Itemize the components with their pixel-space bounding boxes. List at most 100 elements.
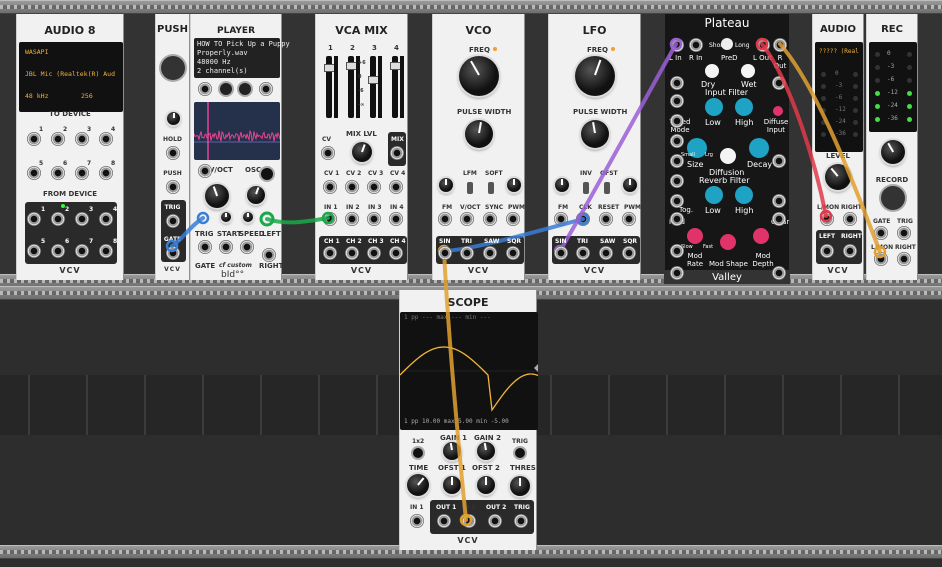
mix-out-jack[interactable] (390, 146, 404, 160)
cv-jack[interactable] (670, 244, 684, 258)
device-label[interactable]: JBL Mic (Realtek(R) Aud (25, 70, 115, 78)
mix-cv-jack[interactable] (321, 146, 335, 160)
cv-jack[interactable] (670, 76, 684, 90)
to-device-jack[interactable] (27, 132, 41, 146)
prev-file-button[interactable] (220, 83, 232, 95)
r-in-jack[interactable] (689, 38, 703, 52)
next-jack[interactable] (259, 82, 273, 96)
level-slider[interactable] (368, 56, 380, 118)
right-jack[interactable] (897, 252, 911, 266)
next-file-button[interactable] (239, 83, 251, 95)
device-label[interactable]: ????? (Real (819, 48, 859, 55)
push-button[interactable] (161, 56, 185, 80)
ofst2-knob[interactable] (477, 476, 495, 494)
level-slider[interactable] (346, 56, 358, 118)
frequency-knob[interactable] (459, 56, 499, 96)
voct-jack[interactable] (460, 212, 474, 226)
sample-rate-label[interactable]: 48 kHz (25, 92, 48, 100)
output-jack[interactable] (576, 246, 590, 260)
in-jack[interactable] (367, 212, 381, 226)
l-in-jack[interactable] (670, 38, 684, 52)
input-high-knob[interactable] (735, 98, 753, 116)
push-jack[interactable] (166, 180, 180, 194)
pwm-knob[interactable] (623, 178, 637, 192)
prev-jack[interactable] (198, 82, 212, 96)
diffuse-input-button[interactable] (773, 106, 783, 116)
reset-jack[interactable] (599, 212, 613, 226)
hold-knob[interactable] (167, 112, 180, 125)
from-device-jack[interactable] (75, 244, 89, 258)
fm-knob[interactable] (439, 178, 453, 192)
cv-jack[interactable] (670, 154, 684, 168)
ofst-switch[interactable] (604, 182, 610, 194)
player-module[interactable]: PLAYER HOW TO Pick Up a Puppy Properly.w… (190, 14, 290, 280)
trig-jack[interactable] (897, 226, 911, 240)
ch-out-jack[interactable] (389, 246, 403, 260)
mod-rate-knob[interactable] (687, 228, 703, 244)
record-button[interactable] (881, 186, 905, 210)
dry-knob[interactable] (705, 64, 719, 78)
fm-knob[interactable] (555, 178, 569, 192)
from-device-jack[interactable] (51, 212, 65, 226)
mod-depth-knob[interactable] (753, 228, 769, 244)
sync-jack[interactable] (483, 212, 497, 226)
to-device-jack[interactable] (51, 132, 65, 146)
in-jack[interactable] (323, 212, 337, 226)
trig-attenuator[interactable] (221, 212, 231, 222)
cv-jack[interactable] (670, 212, 684, 226)
osc-button[interactable] (261, 168, 273, 180)
cv-jack[interactable] (772, 212, 786, 226)
to-device-jack[interactable] (27, 166, 41, 180)
cv-jack[interactable] (345, 180, 359, 194)
from-device-jack[interactable] (99, 244, 113, 258)
ch-out-jack[interactable] (367, 246, 381, 260)
gain1-knob[interactable] (443, 442, 461, 460)
level-slider[interactable] (324, 56, 336, 118)
in2-jack[interactable] (462, 514, 476, 528)
left-out-jack[interactable] (820, 244, 834, 258)
ch-out-jack[interactable] (323, 246, 337, 260)
wet-knob[interactable] (741, 64, 755, 78)
start-knob[interactable] (247, 186, 265, 204)
from-device-jack[interactable] (75, 212, 89, 226)
frequency-knob[interactable] (575, 56, 615, 96)
pwm-knob[interactable] (507, 178, 521, 192)
out1-jack[interactable] (437, 514, 451, 528)
gate-jack[interactable] (874, 226, 888, 240)
left-in-jack[interactable] (820, 212, 834, 226)
cv-jack[interactable] (772, 194, 786, 208)
predelay-knob[interactable] (721, 38, 733, 50)
speed-knob[interactable] (205, 184, 229, 208)
vco-module[interactable]: VCO FREQ PULSE WIDTH LFM SOFT FM V/OCT S… (432, 14, 525, 280)
decay-knob[interactable] (749, 138, 769, 158)
pulse-width-knob[interactable] (465, 120, 493, 148)
output-jack[interactable] (622, 246, 636, 260)
input-low-knob[interactable] (705, 98, 723, 116)
cv-jack[interactable] (670, 266, 684, 280)
gate-jack[interactable] (166, 246, 180, 260)
speed-attenuator[interactable] (243, 212, 253, 222)
cv-jack[interactable] (670, 94, 684, 108)
out2-jack[interactable] (488, 514, 502, 528)
level-knob[interactable] (825, 164, 851, 190)
trig-button[interactable] (515, 448, 525, 458)
lfo-module[interactable]: LFO FREQ PULSE WIDTH INV OFST FM CLK RES… (548, 14, 641, 280)
audio8-module[interactable]: AUDIO 8 WASAPI JBL Mic (Realtek(R) Aud 4… (16, 14, 124, 280)
mix-level-knob[interactable] (352, 142, 372, 162)
x2-button[interactable] (413, 448, 423, 458)
device-display[interactable]: ????? (Real 0 -3 -6 -12 -24 -36 (815, 42, 863, 152)
block-size-label[interactable]: 256 (81, 92, 93, 100)
cv-jack[interactable] (389, 180, 403, 194)
output-jack[interactable] (554, 246, 568, 260)
reverb-low-knob[interactable] (705, 186, 723, 204)
plateau-module[interactable]: Plateau L In R In Short Long PreD L Out … (664, 14, 790, 284)
cv-jack[interactable] (670, 174, 684, 188)
from-device-jack[interactable] (51, 244, 65, 258)
start-jack[interactable] (219, 240, 233, 254)
r-out-jack[interactable] (773, 38, 787, 52)
gain2-knob[interactable] (477, 442, 495, 460)
ch-out-jack[interactable] (345, 246, 359, 260)
output-jack[interactable] (460, 246, 474, 260)
inv-switch[interactable] (583, 182, 589, 194)
cv-jack[interactable] (367, 180, 381, 194)
